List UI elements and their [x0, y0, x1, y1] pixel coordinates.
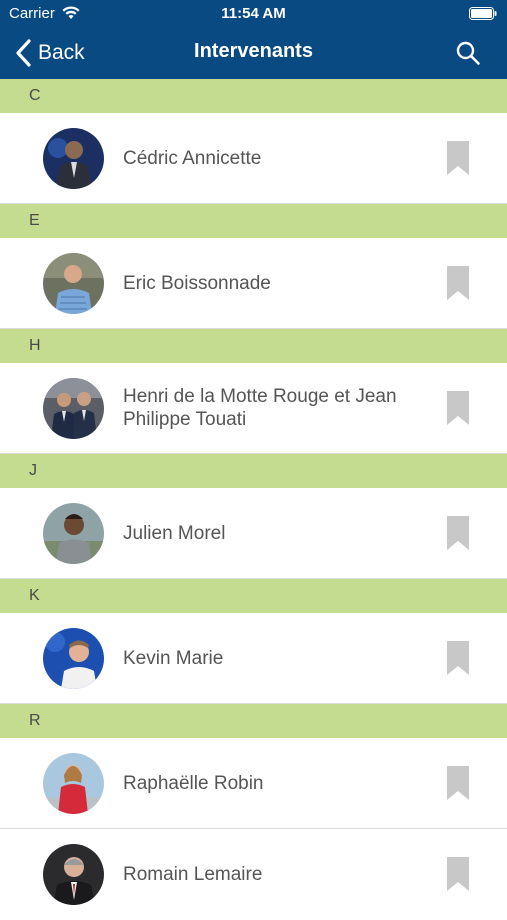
bookmark-icon[interactable]: [447, 766, 469, 800]
bookmark-icon[interactable]: [447, 641, 469, 675]
avatar: [43, 503, 104, 564]
section-header-h: H: [0, 329, 507, 363]
bookmark-icon[interactable]: [447, 857, 469, 891]
section-header-k: K: [0, 579, 507, 613]
speaker-name: Julien Morel: [123, 522, 226, 544]
battery-icon: [469, 7, 497, 20]
section-header-c: C: [0, 79, 507, 113]
status-time: 11:54 AM: [221, 5, 286, 22]
back-label: Back: [38, 41, 85, 64]
speaker-list: C Cédric Annicette E Eric Boissonnade H …: [0, 79, 507, 920]
avatar: [43, 253, 104, 314]
avatar: [43, 378, 104, 439]
bookmark-icon[interactable]: [447, 391, 469, 425]
back-button[interactable]: Back: [14, 38, 85, 68]
speaker-row[interactable]: Julien Morel: [0, 488, 507, 579]
bookmark-icon[interactable]: [447, 266, 469, 300]
status-bar: Carrier 11:54 AM: [0, 0, 507, 28]
avatar: [43, 753, 104, 814]
speaker-name: Eric Boissonnade: [123, 272, 271, 294]
top-bar: Carrier 11:54 AM Back Intervenants: [0, 0, 507, 79]
speaker-name: Romain Lemaire: [123, 864, 263, 885]
section-header-j: J: [0, 454, 507, 488]
bookmark-icon[interactable]: [447, 141, 469, 175]
speaker-name: Raphaëlle Robin: [123, 772, 264, 794]
avatar: [43, 844, 104, 905]
section-header-e: E: [0, 204, 507, 238]
chevron-left-icon: [16, 39, 31, 67]
speaker-name: Henri de la Motte Rouge et Jean Philippe…: [123, 386, 397, 430]
speaker-row[interactable]: Cédric Annicette: [0, 113, 507, 204]
speaker-row[interactable]: Kevin Marie: [0, 613, 507, 704]
speaker-row[interactable]: Henri de la Motte Rouge et Jean Philippe…: [0, 363, 507, 454]
speaker-name: Kevin Marie: [123, 647, 224, 669]
speaker-row[interactable]: Eric Boissonnade: [0, 238, 507, 329]
speaker-row[interactable]: Raphaëlle Robin: [0, 738, 507, 829]
section-header-r: R: [0, 704, 507, 738]
avatar: [43, 628, 104, 689]
search-icon[interactable]: [455, 40, 481, 66]
avatar: [43, 128, 104, 189]
navigation-bar: Back Intervenants: [0, 28, 507, 79]
bookmark-icon[interactable]: [447, 516, 469, 550]
speaker-name: Cédric Annicette: [123, 147, 262, 169]
speaker-row[interactable]: Romain Lemaire: [0, 829, 507, 920]
